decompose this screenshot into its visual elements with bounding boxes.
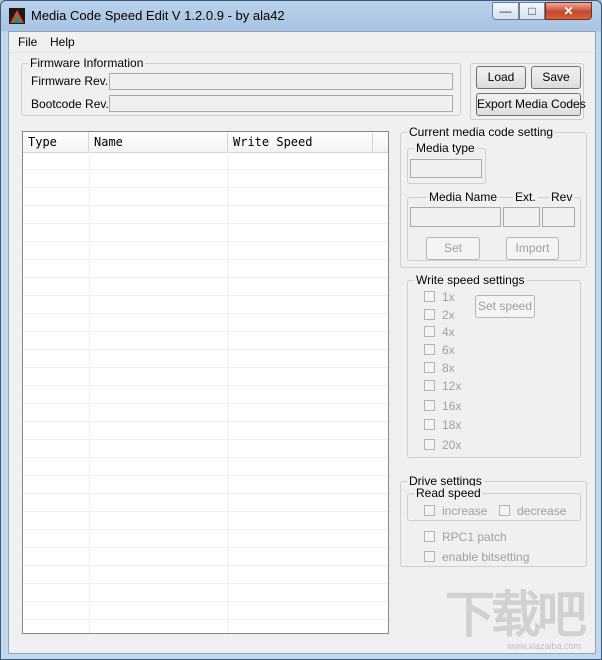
- speed-label: 16x: [442, 399, 462, 413]
- enable-bitsetting-label: enable bitsetting: [442, 550, 530, 564]
- table-body[interactable]: [23, 152, 388, 633]
- firmware-rev-field[interactable]: [109, 73, 453, 90]
- speed-label: 20x: [442, 438, 462, 452]
- current-media-legend: Current media code setting: [407, 125, 556, 139]
- column-divider: [89, 152, 90, 633]
- export-media-codes-button[interactable]: Export Media Codes: [476, 93, 586, 116]
- checkbox-box: [424, 344, 435, 355]
- media-type-legend: Media type: [414, 141, 477, 155]
- import-button[interactable]: Import: [506, 237, 559, 260]
- media-name-field[interactable]: [410, 207, 501, 227]
- app-icon: [9, 8, 25, 24]
- speed-label: 6x: [442, 343, 455, 357]
- firmware-rev-label: Firmware Rev.: [31, 74, 109, 88]
- speed-label: 1x: [442, 290, 455, 304]
- app-window: Media Code Speed Edit V 1.2.0.9 - by ala…: [0, 0, 602, 660]
- table-header: Type Name Write Speed: [23, 132, 388, 153]
- ext-label: Ext.: [513, 190, 538, 204]
- column-name[interactable]: Name: [89, 132, 228, 152]
- checkbox-box: [424, 291, 435, 302]
- watermark-logo: 下载吧: [445, 586, 587, 644]
- speed-label: 12x: [442, 379, 462, 393]
- checkbox-box: [424, 531, 435, 542]
- speed-label: 18x: [442, 418, 462, 432]
- checkbox-box: [499, 505, 510, 516]
- bootcode-rev-field[interactable]: [109, 95, 453, 112]
- checkbox-box: [424, 380, 435, 391]
- menu-bar: File Help: [9, 32, 595, 53]
- close-button[interactable]: ✕: [545, 2, 592, 20]
- title-bar[interactable]: Media Code Speed Edit V 1.2.0.9 - by ala…: [1, 1, 601, 31]
- window-title: Media Code Speed Edit V 1.2.0.9 - by ala…: [31, 8, 285, 23]
- client-area: File Help Firmware Information Firmware …: [8, 31, 596, 654]
- decrease-label: decrease: [517, 504, 567, 518]
- set-speed-button[interactable]: Set speed: [475, 295, 535, 318]
- checkbox-box: [424, 400, 435, 411]
- firmware-legend: Firmware Information: [28, 56, 146, 70]
- rpc1-patch-label: RPC1 patch: [442, 530, 507, 544]
- read-speed-legend: Read speed: [414, 486, 483, 500]
- bootcode-rev-label: Bootcode Rev.: [31, 97, 109, 111]
- save-button[interactable]: Save: [531, 66, 581, 89]
- increase-label: increase: [442, 504, 488, 518]
- minimize-button[interactable]: —: [492, 2, 519, 20]
- column-type[interactable]: Type: [23, 132, 89, 152]
- write-speed-legend: Write speed settings: [414, 273, 527, 287]
- ext-field[interactable]: [503, 207, 540, 227]
- menu-file[interactable]: File: [18, 35, 37, 49]
- rev-field[interactable]: [542, 207, 575, 227]
- set-button[interactable]: Set: [426, 237, 480, 260]
- speed-label: 2x: [442, 308, 455, 322]
- checkbox-box: [424, 419, 435, 430]
- media-name-label: Media Name: [427, 190, 500, 204]
- media-code-table[interactable]: Type Name Write Speed: [22, 131, 389, 634]
- media-type-field[interactable]: [410, 159, 482, 178]
- column-divider: [228, 152, 229, 633]
- checkbox-box: [424, 309, 435, 320]
- maximize-button[interactable]: □: [519, 2, 545, 20]
- checkbox-box: [424, 362, 435, 373]
- watermark-url: www.xiazaiba.com: [506, 641, 581, 651]
- menu-help[interactable]: Help: [50, 35, 75, 49]
- checkbox-box: [424, 439, 435, 450]
- checkbox-box: [424, 551, 435, 562]
- checkbox-box: [424, 326, 435, 337]
- rev-label: Rev: [549, 190, 575, 204]
- column-write-speed[interactable]: Write Speed: [228, 132, 373, 152]
- checkbox-box: [424, 505, 435, 516]
- speed-label: 8x: [442, 361, 455, 375]
- load-button[interactable]: Load: [476, 66, 526, 89]
- speed-label: 4x: [442, 325, 455, 339]
